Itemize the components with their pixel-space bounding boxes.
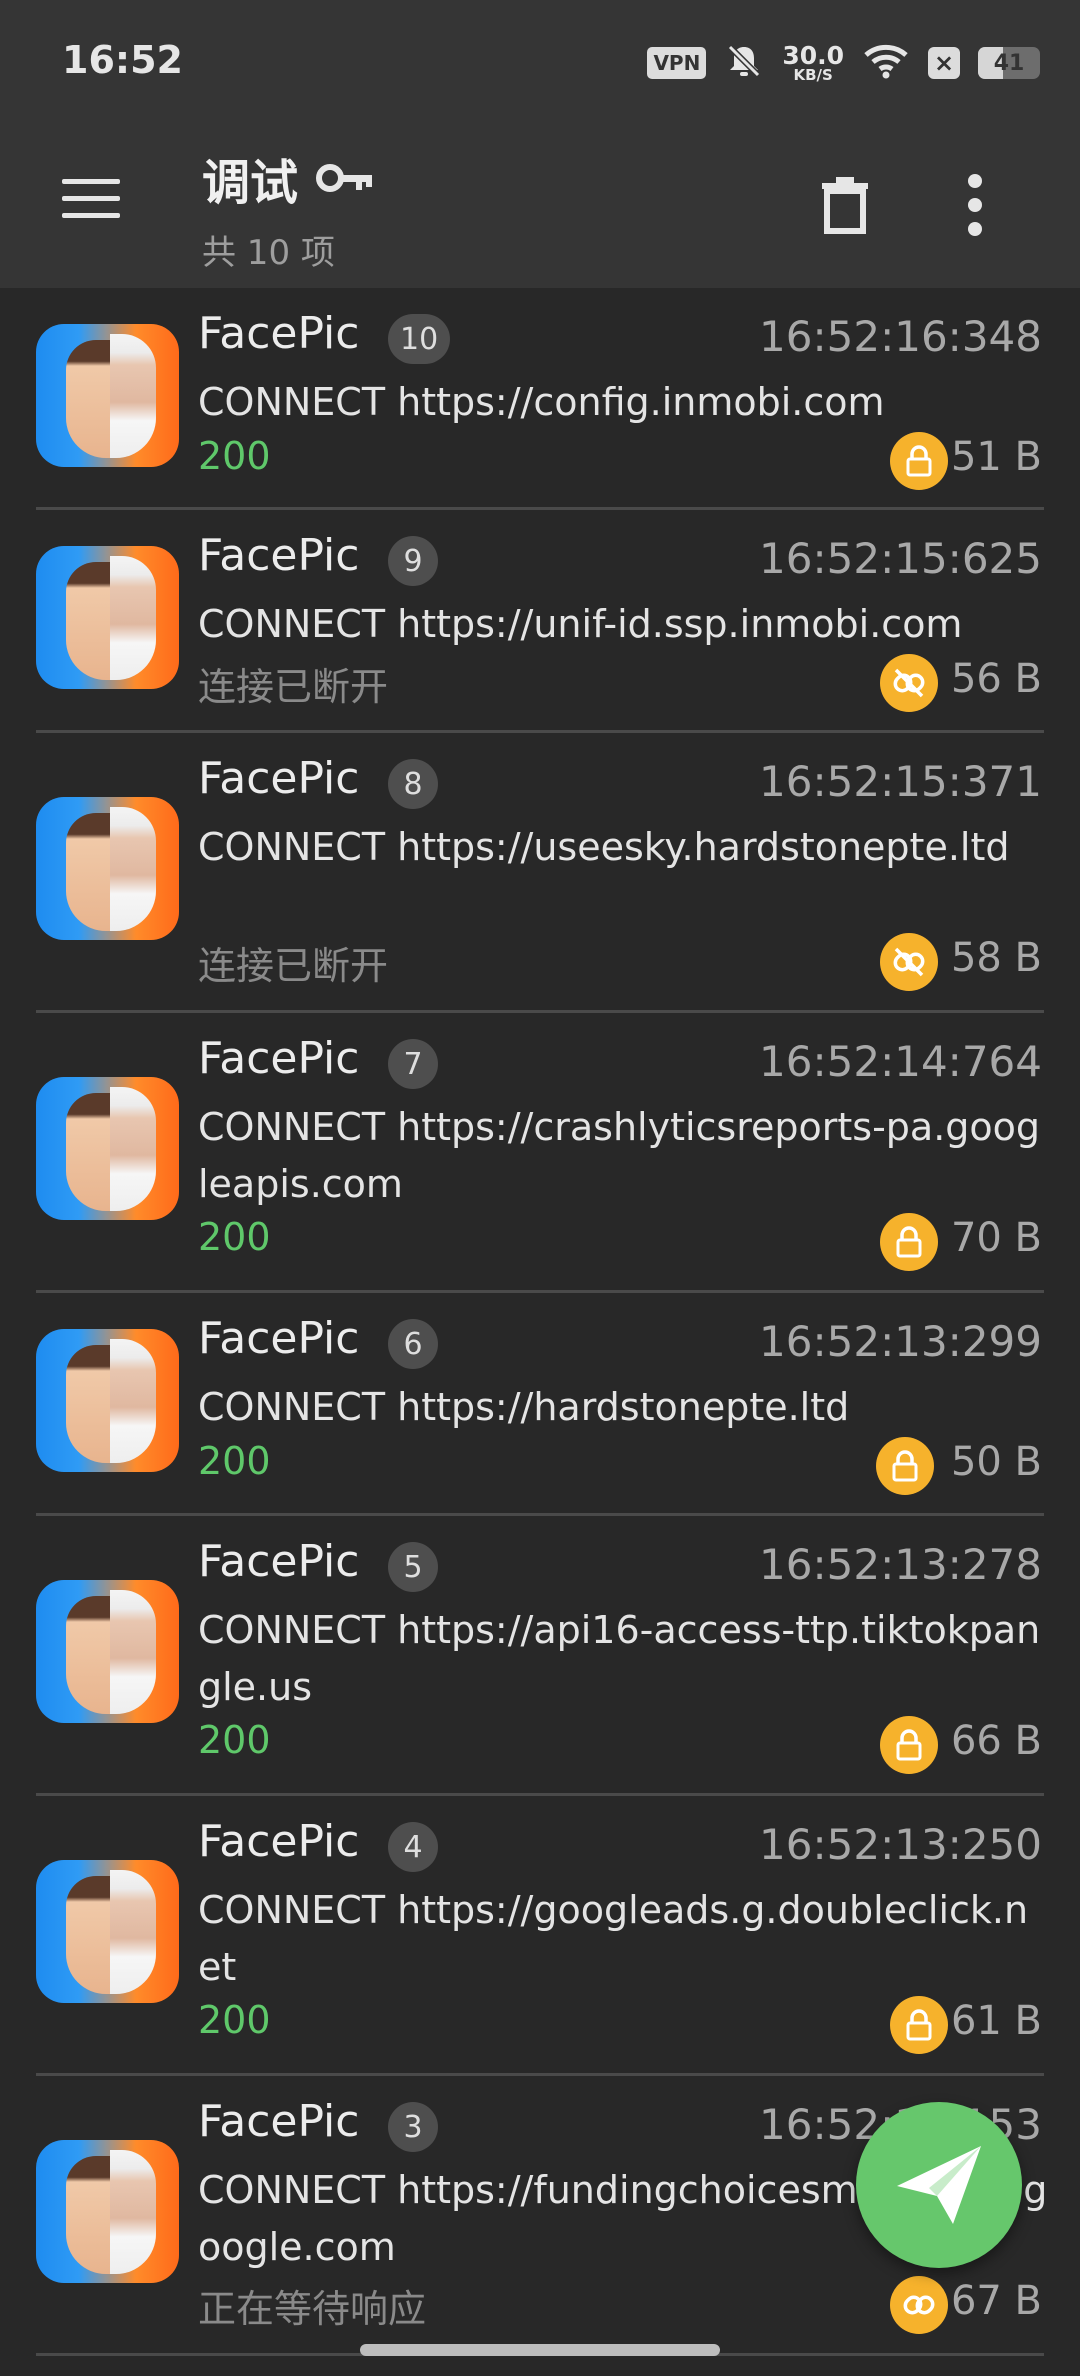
menu-icon (62, 179, 120, 218)
battery-level: 41 (993, 50, 1025, 76)
request-status: 200 (198, 1439, 271, 1483)
request-status: 200 (198, 434, 271, 478)
menu-button[interactable] (62, 177, 142, 237)
send-fab-button[interactable] (856, 2102, 1022, 2268)
request-size: 66 B (950, 1718, 1042, 1764)
item-count: 共 10 项 (202, 233, 335, 273)
app-avatar (36, 2140, 179, 2283)
request-url: CONNECT https://api16-access-ttp.tiktokp… (198, 1608, 1041, 1709)
request-row[interactable]: FacePic 6 16:52:13:299 CONNECT https://h… (0, 1293, 1080, 1516)
request-index-badge: 6 (388, 1319, 438, 1369)
request-index-badge: 9 (388, 536, 438, 586)
app-name: FacePic (198, 530, 360, 581)
request-index-badge: 5 (388, 1542, 438, 1592)
request-row[interactable]: FacePic 4 16:52:13:250 CONNECT https://g… (0, 1796, 1080, 2076)
lock-icon (880, 1716, 938, 1774)
vpn-icon: VPN (647, 47, 707, 79)
status-icons: VPN 30.0 KB/S × 41 (647, 38, 1040, 88)
request-size: 70 B (950, 1215, 1042, 1261)
status-bar: 16:52 VPN 30.0 KB/S × 41 (0, 0, 1080, 125)
wifi-icon (862, 41, 910, 85)
request-size: 56 B (950, 656, 1042, 702)
app-name: FacePic (198, 1313, 360, 1364)
request-row[interactable]: FacePic 9 16:52:15:625 CONNECT https://u… (0, 510, 1080, 733)
link-off-icon (880, 654, 938, 712)
more-vert-icon (968, 174, 982, 236)
home-indicator[interactable] (360, 2344, 720, 2356)
request-row[interactable]: FacePic 8 16:52:15:371 CONNECT https://u… (0, 733, 1080, 1013)
request-size: 58 B (950, 935, 1042, 981)
send-icon (897, 2146, 981, 2224)
request-status: 连接已断开 (198, 944, 389, 988)
link-icon (890, 2276, 948, 2334)
app-name: FacePic (198, 1816, 360, 1867)
lock-icon (876, 1437, 934, 1495)
status-time: 16:52 (62, 38, 183, 82)
request-size: 67 B (950, 2278, 1042, 2324)
request-time: 16:52:15:625 (759, 534, 1042, 583)
request-time: 16:52:13:278 (759, 1540, 1042, 1589)
request-status: 连接已断开 (198, 665, 389, 709)
request-index-badge: 7 (388, 1039, 438, 1089)
request-status: 200 (198, 1718, 271, 1762)
app-bar: 调试 共 10 项 (0, 125, 1080, 288)
network-speed: 30.0 KB/S (782, 43, 844, 83)
page-title: 调试 (202, 155, 299, 211)
request-url: CONNECT https://useesky.hardstonepte.ltd (198, 825, 1010, 869)
app-name: FacePic (198, 753, 360, 804)
x-notification-icon: × (928, 47, 960, 79)
request-status: 200 (198, 1998, 271, 2042)
request-status: 200 (198, 1215, 271, 1259)
app-avatar (36, 546, 179, 689)
app-name: FacePic (198, 308, 360, 359)
request-row[interactable]: FacePic 10 16:52:16:348 CONNECT https://… (0, 288, 1080, 510)
request-url: CONNECT https://crashlyticsreports-pa.go… (198, 1105, 1041, 1206)
request-size: 61 B (950, 1998, 1042, 2044)
request-size: 51 B (950, 434, 1042, 480)
delete-button[interactable] (820, 175, 884, 245)
request-row[interactable]: FacePic 7 16:52:14:764 CONNECT https://c… (0, 1013, 1080, 1293)
request-status: 正在等待响应 (198, 2287, 427, 2331)
title-block: 调试 共 10 项 (202, 143, 374, 274)
request-url: CONNECT https://googleads.g.doubleclick.… (198, 1888, 1029, 1989)
request-list: FacePic 10 16:52:16:348 CONNECT https://… (0, 288, 1080, 2356)
request-index-badge: 10 (388, 314, 451, 364)
trash-icon (822, 177, 868, 234)
request-time: 16:52:16:348 (759, 312, 1042, 361)
key-icon (316, 164, 373, 192)
request-row[interactable]: FacePic 5 16:52:13:278 CONNECT https://a… (0, 1516, 1080, 1796)
app-name: FacePic (198, 1536, 360, 1587)
link-off-icon (880, 933, 938, 991)
battery-icon: 41 (978, 47, 1040, 79)
request-url: CONNECT https://hardstonepte.ltd (198, 1385, 850, 1429)
app-name: FacePic (198, 1033, 360, 1084)
speed-value: 30.0 (782, 41, 844, 70)
request-index-badge: 8 (388, 759, 438, 809)
more-options-button[interactable] (960, 173, 1010, 247)
app-avatar (36, 1077, 179, 1220)
request-url: CONNECT https://config.inmobi.com (198, 380, 885, 424)
request-index-badge: 3 (388, 2102, 438, 2152)
request-time: 16:52:14:764 (759, 1037, 1042, 1086)
app-avatar (36, 1860, 179, 2003)
speed-unit: KB/S (793, 66, 833, 84)
request-time: 16:52:15:371 (759, 757, 1042, 806)
app-avatar (36, 1329, 179, 1472)
app-avatar (36, 324, 179, 467)
request-time: 16:52:13:250 (759, 1820, 1042, 1869)
lock-icon (890, 1996, 948, 2054)
request-index-badge: 4 (388, 1822, 438, 1872)
lock-icon (880, 1213, 938, 1271)
app-avatar (36, 797, 179, 940)
request-time: 16:52:13:299 (759, 1317, 1042, 1366)
app-name: FacePic (198, 2096, 360, 2147)
request-size: 50 B (950, 1439, 1042, 1485)
app-avatar (36, 1580, 179, 1723)
request-url: CONNECT https://unif-id.ssp.inmobi.com (198, 602, 963, 646)
lock-icon (890, 432, 948, 490)
mute-bell-icon (724, 41, 764, 85)
